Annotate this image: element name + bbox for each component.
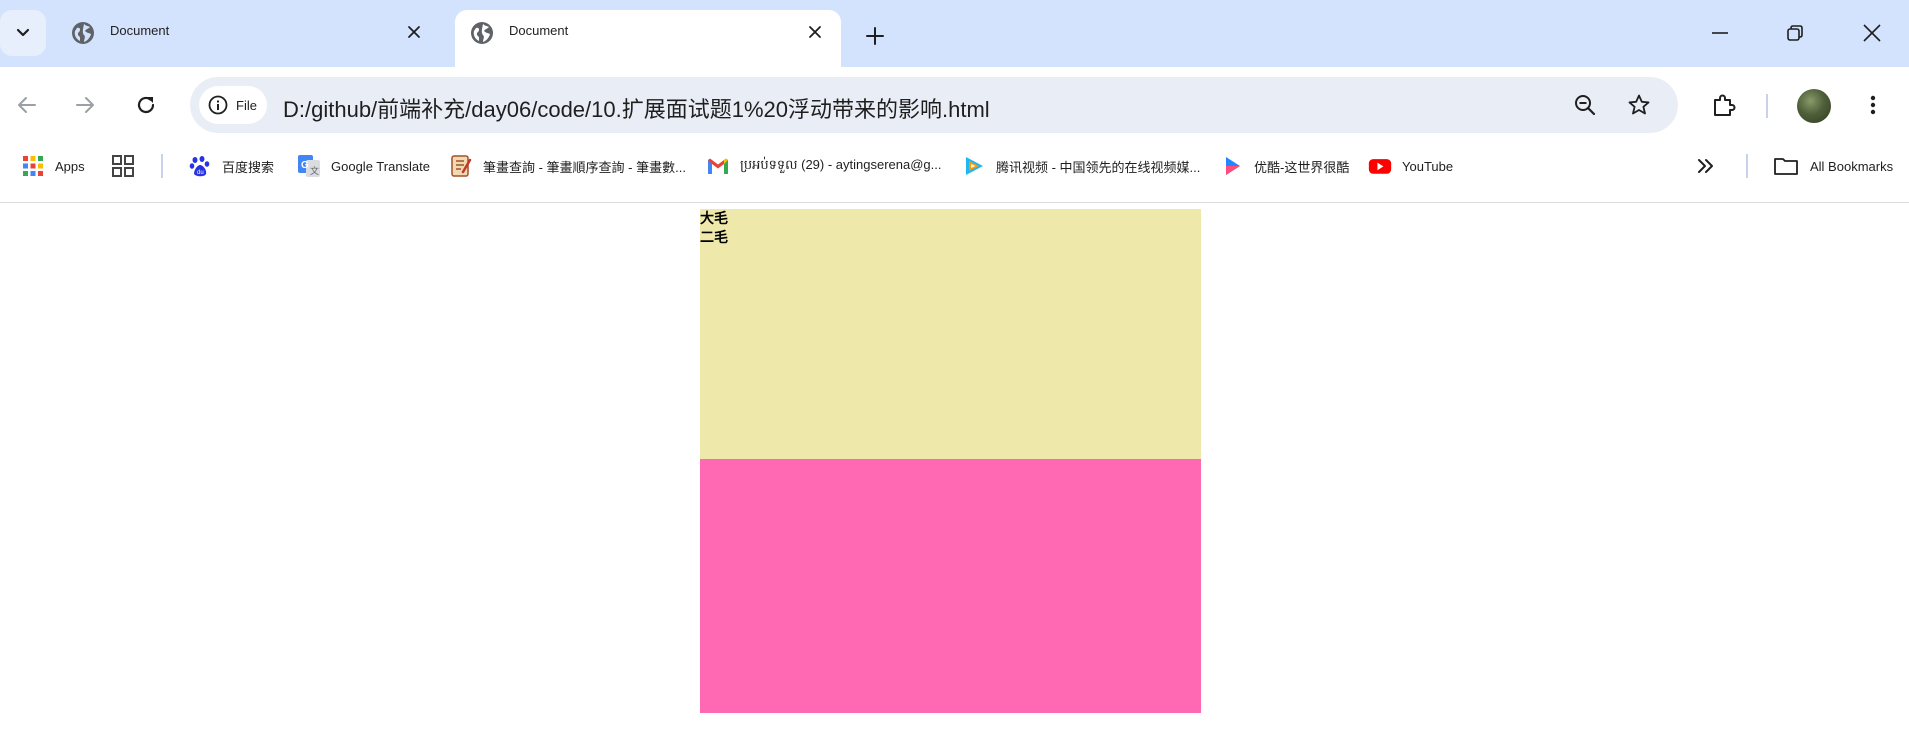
bookmarks-divider: [161, 154, 163, 178]
bookmark-youku[interactable]: 优酷-这世界很酷: [1220, 144, 1349, 188]
youtube-icon: [1368, 159, 1392, 174]
tab-close-button[interactable]: [803, 20, 827, 44]
site-info-label: File: [236, 97, 257, 113]
chevron-down-icon: [16, 28, 30, 37]
tab-groups-button[interactable]: [111, 144, 135, 188]
pink-box: [700, 459, 1201, 713]
zoom-out-icon: [1575, 95, 1596, 116]
bookmark-label: 筆畫查詢 - 筆畫順序查詢 - 筆畫數...: [483, 159, 686, 175]
bookmark-label: Apps: [55, 158, 85, 174]
profile-avatar[interactable]: [1797, 89, 1831, 123]
tab-close-button[interactable]: [402, 20, 426, 44]
puzzle-piece-icon: [1714, 94, 1736, 116]
svg-text:du: du: [197, 170, 204, 176]
grid-icon: [112, 155, 134, 177]
bookmark-bihua[interactable]: 筆畫查詢 - 筆畫順序查詢 - 筆畫數...: [449, 144, 686, 188]
reload-button[interactable]: [128, 87, 164, 123]
bookmarks-bar: Apps du 百度搜索 G文 Google Translate 筆畫查詢 - …: [0, 144, 1909, 203]
gmail-icon: [708, 158, 728, 174]
youku-play-icon: [1226, 157, 1240, 175]
close-icon: [408, 26, 420, 38]
more-bookmarks-button[interactable]: [1694, 144, 1718, 188]
arrow-left-icon: [18, 97, 36, 113]
zoom-button[interactable]: [1571, 91, 1599, 119]
svg-text:G: G: [301, 160, 309, 171]
tencent-video-icon: [966, 157, 983, 175]
apps-grid-icon: [23, 156, 43, 176]
tab-document-1[interactable]: Document: [56, 10, 440, 67]
globe-icon: [471, 22, 493, 44]
browser-toolbar: File D:/github/前端补充/day06/code/10.扩展面试题1…: [0, 67, 1909, 144]
tab-title: Document: [509, 23, 569, 38]
bookmark-label: ប្រអប់ទទួល (29) - aytingserena@g...: [740, 156, 942, 172]
svg-text:文: 文: [310, 165, 319, 176]
restore-icon: [1787, 25, 1803, 41]
tab-document-2[interactable]: Document: [455, 10, 841, 67]
globe-icon: [72, 22, 94, 44]
star-icon: [1628, 94, 1650, 115]
bookmark-label: 百度搜索: [222, 159, 275, 175]
khaki-box: [700, 209, 1201, 459]
bookmark-youtube[interactable]: YouTube: [1368, 144, 1453, 188]
bookmark-tencent-video[interactable]: 腾讯视频 - 中国领先的在线视频媒...: [962, 144, 1200, 188]
baidu-paw-icon: du: [189, 156, 210, 177]
float-item-ermao: 二毛: [700, 230, 728, 246]
brush-notepad-icon: [451, 155, 472, 177]
close-icon: [1863, 24, 1881, 42]
address-bar[interactable]: File D:/github/前端补充/day06/code/10.扩展面试题1…: [190, 77, 1678, 133]
info-icon: [208, 95, 228, 115]
plus-icon: [866, 27, 884, 45]
bookmark-label: 腾讯视频 - 中国领先的在线视频媒...: [996, 159, 1201, 175]
close-icon: [809, 26, 821, 38]
bookmark-google-translate[interactable]: G文 Google Translate: [297, 144, 430, 188]
toolbar-divider: [1766, 94, 1768, 118]
extensions-button[interactable]: [1706, 87, 1742, 123]
bookmark-gmail[interactable]: ប្រអប់ទទួល (29) - aytingserena@g...: [706, 144, 942, 188]
restore-button[interactable]: [1765, 14, 1825, 52]
bookmark-apps[interactable]: Apps: [21, 144, 85, 188]
double-chevron-right-icon: [1698, 159, 1713, 173]
reload-icon: [137, 96, 155, 114]
back-button[interactable]: [9, 87, 45, 123]
minimize-icon: [1712, 32, 1728, 34]
bookmarks-divider: [1746, 154, 1748, 178]
float-item-damao: 大毛: [700, 211, 728, 227]
bookmark-label: All Bookmarks: [1810, 158, 1894, 174]
forward-button[interactable]: [67, 87, 103, 123]
tab-strip: Document Document: [0, 0, 1909, 67]
bookmark-label: Google Translate: [331, 158, 431, 174]
all-bookmarks-button[interactable]: All Bookmarks: [1772, 144, 1893, 188]
bookmark-star-button[interactable]: [1625, 91, 1653, 119]
bookmark-label: 优酷-这世界很酷: [1254, 159, 1350, 175]
close-window-button[interactable]: [1842, 14, 1902, 52]
menu-button[interactable]: [1855, 87, 1891, 123]
tab-title: Document: [110, 23, 170, 38]
minimize-button[interactable]: [1690, 14, 1750, 52]
site-info-chip[interactable]: File: [199, 86, 267, 124]
bookmark-baidu[interactable]: du 百度搜索: [188, 144, 274, 188]
google-translate-icon: G文: [298, 155, 320, 177]
more-vertical-icon: [1870, 95, 1876, 115]
new-tab-button[interactable]: [860, 21, 890, 51]
url-text[interactable]: D:/github/前端补充/day06/code/10.扩展面试题1%20浮动…: [283, 92, 990, 124]
tab-search-button[interactable]: [0, 10, 46, 56]
page-viewport: 大毛 二毛: [0, 203, 1909, 732]
folder-icon: [1774, 158, 1798, 175]
arrow-right-icon: [76, 97, 94, 113]
bookmark-label: YouTube: [1402, 158, 1454, 174]
